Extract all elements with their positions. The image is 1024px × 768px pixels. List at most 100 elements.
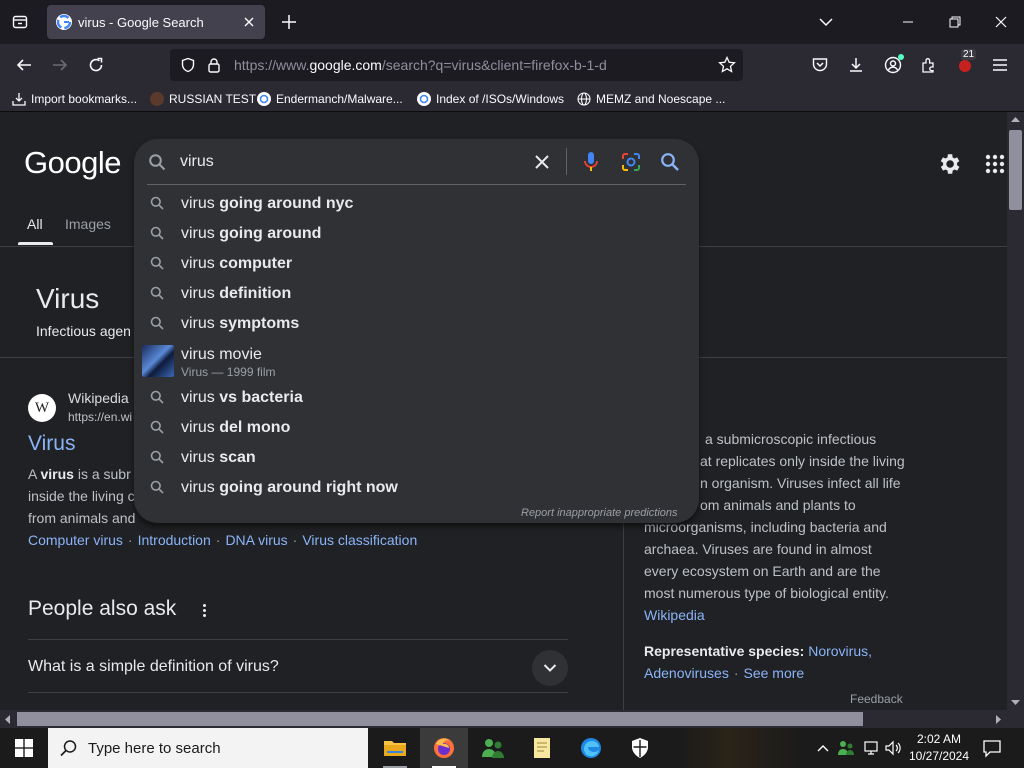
search-icon — [150, 196, 164, 210]
restore-icon[interactable] — [945, 12, 965, 32]
suggestion-text: virus vs bacteria — [181, 389, 303, 406]
bookmark-memz[interactable]: MEMZ and Noescape ... — [577, 91, 725, 107]
suggestion-item[interactable]: virus going around right now — [134, 473, 699, 503]
file-explorer-icon[interactable] — [371, 728, 419, 768]
pocket-icon[interactable] — [808, 53, 832, 77]
expand-chevron-icon[interactable] — [532, 650, 568, 686]
url-text: https://www.google.com/search?q=virus&cl… — [234, 57, 607, 73]
search-input[interactable] — [180, 151, 520, 173]
edge-icon[interactable] — [567, 728, 615, 768]
search-submit-icon[interactable] — [658, 150, 682, 174]
wikipedia-favicon-icon: W — [28, 394, 56, 422]
extensions-icon[interactable] — [917, 53, 941, 77]
kp-description-line: om animals and plants to — [700, 497, 856, 513]
google-favicon-icon — [257, 92, 271, 106]
suggestion-item[interactable]: virus symptoms — [134, 309, 699, 339]
bookmark-endermanch[interactable]: Endermanch/Malware... — [257, 91, 403, 107]
result-snippet-line: from animals and — [28, 510, 136, 526]
forward-arrow-icon[interactable] — [48, 53, 72, 77]
suggestion-item[interactable]: virus scan — [134, 443, 699, 473]
browser-tab-active[interactable]: virus - Google Search — [47, 5, 265, 39]
bookmark-russian-test[interactable]: RUSSIAN TEST — [150, 91, 256, 107]
suggestion-text: virus going around — [181, 225, 322, 242]
windows-start-icon[interactable] — [0, 728, 48, 768]
suggestion-item[interactable]: virus del mono — [134, 413, 699, 443]
addon-badge-icon[interactable]: 21 — [953, 49, 977, 77]
report-predictions-link[interactable]: Report inappropriate predictions — [521, 507, 678, 519]
tab-all[interactable]: All — [27, 216, 43, 232]
search-icon — [150, 226, 164, 240]
sitelink[interactable]: Virus classification — [302, 532, 417, 548]
google-logo[interactable]: Google — [24, 145, 121, 181]
taskbar-search-placeholder: Type here to search — [88, 740, 221, 757]
people-tray-icon[interactable] — [837, 739, 855, 757]
downloads-icon[interactable] — [844, 53, 868, 77]
paa-question[interactable]: What is a simple definition of virus? — [28, 658, 279, 676]
taskbar-background-art — [680, 728, 800, 768]
windows-security-icon[interactable] — [616, 728, 664, 768]
notepad-icon[interactable] — [518, 728, 566, 768]
back-arrow-icon[interactable] — [12, 53, 36, 77]
taskbar-search-box[interactable]: Type here to search — [48, 728, 368, 768]
kp-species-row: Representative species: Norovirus, — [644, 643, 872, 659]
more-options-icon[interactable] — [198, 601, 210, 619]
google-favicon-icon — [417, 92, 431, 106]
reload-icon[interactable] — [84, 53, 108, 77]
bookmark-import[interactable]: Import bookmarks... — [12, 91, 137, 107]
network-icon[interactable] — [862, 739, 880, 757]
kp-description-line: a submicroscopic infectious — [705, 431, 877, 447]
people-app-icon[interactable] — [469, 728, 517, 768]
vertical-scrollbar-thumb[interactable] — [1009, 130, 1022, 210]
suggestion-item[interactable]: virus vs bacteria — [134, 383, 699, 413]
result-source-url[interactable]: https://en.wi — [68, 410, 132, 424]
google-lens-camera-icon[interactable] — [619, 150, 643, 174]
minimize-icon[interactable] — [898, 12, 918, 32]
new-tab-icon[interactable] — [279, 12, 299, 32]
voice-search-mic-icon[interactable] — [580, 150, 602, 174]
google-apps-grid-icon[interactable] — [985, 154, 1005, 174]
tracking-shield-icon[interactable] — [180, 57, 196, 73]
sitelink[interactable]: DNA virus — [225, 532, 287, 548]
knowledge-subtitle: Infectious agen — [36, 323, 131, 339]
suggestion-item[interactable]: virus going around nyc — [134, 189, 699, 219]
search-icon — [150, 480, 164, 494]
account-icon[interactable] — [881, 53, 905, 77]
clock-time[interactable]: 2:02 AM — [905, 732, 973, 746]
tab-images[interactable]: Images — [65, 216, 111, 232]
tab-list-icon[interactable] — [8, 10, 32, 34]
suggestion-item[interactable]: virus going around — [134, 219, 699, 249]
show-hidden-icons-chevron-icon[interactable] — [815, 740, 831, 756]
settings-gear-icon[interactable] — [936, 151, 962, 177]
bookmark-isos[interactable]: Index of /ISOs/Windows — [417, 91, 564, 107]
result-source-name[interactable]: Wikipedia — [68, 390, 129, 406]
firefox-icon[interactable] — [420, 728, 468, 768]
sitelink[interactable]: Computer virus — [28, 532, 123, 548]
close-window-icon[interactable] — [991, 12, 1011, 32]
lock-icon[interactable] — [206, 57, 222, 73]
address-bar[interactable]: https://www.google.com/search?q=virus&cl… — [170, 49, 743, 81]
clock-date[interactable]: 10/27/2024 — [905, 749, 973, 763]
kp-source-link[interactable]: Wikipedia — [644, 607, 705, 623]
sitelink[interactable]: Introduction — [138, 532, 211, 548]
suggestion-text: virus movie — [181, 346, 262, 363]
search-icon — [150, 420, 164, 434]
kp-description-line: n organism. Viruses infect all life — [700, 475, 901, 491]
species-link[interactable]: Norovirus, — [808, 643, 872, 659]
species-link[interactable]: Adenoviruses — [644, 665, 729, 681]
tab-close-icon[interactable] — [241, 14, 257, 30]
see-more-link[interactable]: See more — [744, 665, 805, 681]
bookmark-star-icon[interactable] — [718, 56, 736, 74]
result-snippet-line: A virus is a subr — [28, 466, 131, 482]
site-favicon-icon — [150, 92, 164, 106]
suggestion-item[interactable]: virus definition — [134, 279, 699, 309]
notifications-icon[interactable] — [982, 738, 1002, 758]
horizontal-scrollbar-thumb[interactable] — [17, 712, 863, 726]
clear-search-icon[interactable] — [531, 151, 553, 173]
volume-icon[interactable] — [885, 739, 903, 757]
suggestion-item-movie[interactable]: virus movie Virus — 1999 film — [134, 344, 699, 388]
list-all-tabs-icon[interactable] — [816, 12, 836, 32]
app-menu-icon[interactable] — [988, 53, 1012, 77]
suggestion-item[interactable]: virus computer — [134, 249, 699, 279]
feedback-link[interactable]: Feedback — [850, 692, 903, 706]
result-title-link[interactable]: Virus — [28, 432, 75, 456]
